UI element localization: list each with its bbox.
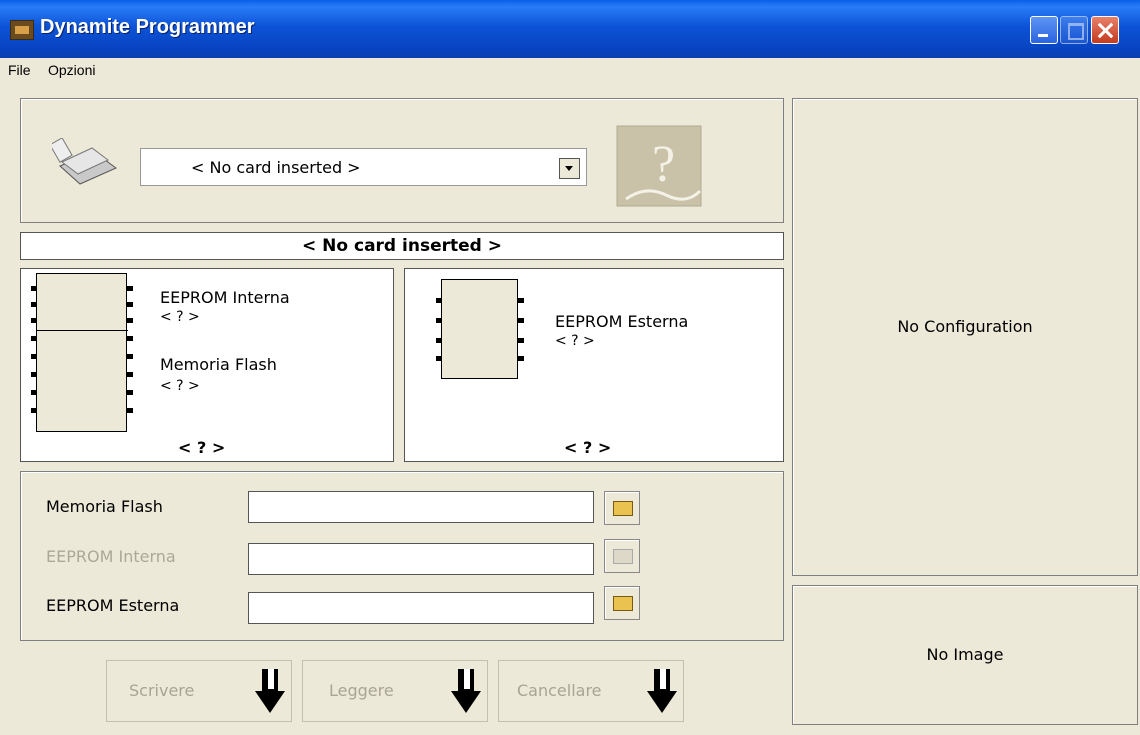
image-label: No Image: [926, 645, 1004, 664]
window-title: Dynamite Programmer: [40, 16, 255, 38]
chip-icon: [31, 273, 133, 432]
menu-opzioni[interactable]: Opzioni: [48, 62, 95, 78]
card-select-dropdown[interactable]: < No card inserted >: [140, 148, 587, 186]
menu-file[interactable]: File: [8, 62, 31, 78]
arrow-down-icon: [255, 669, 285, 713]
configuration-panel: [792, 98, 1138, 576]
card-status-banner: < No card inserted >: [20, 232, 784, 260]
card-reader-icon: [52, 138, 117, 185]
flash-value: < ? >: [160, 378, 200, 394]
eeprom-external-label: EEPROM Esterna: [555, 312, 689, 331]
flash-browse-button[interactable]: [604, 491, 640, 525]
card-select-value: < No card inserted >: [191, 158, 361, 177]
eeprom-internal-browse-button[interactable]: [604, 539, 640, 573]
read-button[interactable]: Leggere: [302, 660, 488, 722]
minimize-button[interactable]: [1030, 16, 1058, 44]
flash-file-input[interactable]: [248, 491, 594, 523]
flash-file-label: Memoria Flash: [46, 497, 163, 516]
folder-open-icon: [613, 501, 633, 516]
write-button[interactable]: Scrivere: [106, 660, 292, 722]
read-button-label: Leggere: [329, 681, 394, 700]
close-button[interactable]: [1091, 16, 1119, 44]
eeprom-internal-file-label: EEPROM Interna: [46, 547, 176, 566]
folder-open-icon: [613, 549, 633, 564]
configuration-label: No Configuration: [897, 317, 1033, 336]
write-button-label: Scrivere: [129, 681, 195, 700]
eeprom-internal-label: EEPROM Interna: [160, 288, 290, 307]
chevron-down-icon[interactable]: [559, 158, 580, 179]
arrow-down-icon: [647, 669, 677, 713]
eeprom-external-file-input[interactable]: [248, 592, 594, 624]
erase-button[interactable]: Cancellare: [498, 660, 684, 722]
eeprom-internal-file-input[interactable]: [248, 543, 594, 575]
flash-label: Memoria Flash: [160, 355, 277, 374]
svg-text:?: ?: [652, 136, 675, 193]
external-memory-footer: < ? >: [564, 438, 612, 457]
app-icon: [10, 20, 34, 40]
eeprom-external-value: < ? >: [555, 333, 595, 349]
eeprom-external-browse-button[interactable]: [604, 586, 640, 620]
folder-open-icon: [613, 596, 633, 611]
maximize-button[interactable]: [1060, 16, 1088, 44]
internal-memory-footer: < ? >: [178, 438, 226, 457]
eeprom-internal-value: < ? >: [160, 309, 200, 325]
erase-button-label: Cancellare: [517, 681, 602, 700]
eeprom-external-file-label: EEPROM Esterna: [46, 596, 180, 615]
help-icon[interactable]: ?: [616, 125, 702, 207]
arrow-down-icon: [451, 669, 481, 713]
menu-bar: File Opzioni: [0, 58, 1140, 88]
chip-icon: [436, 279, 524, 379]
